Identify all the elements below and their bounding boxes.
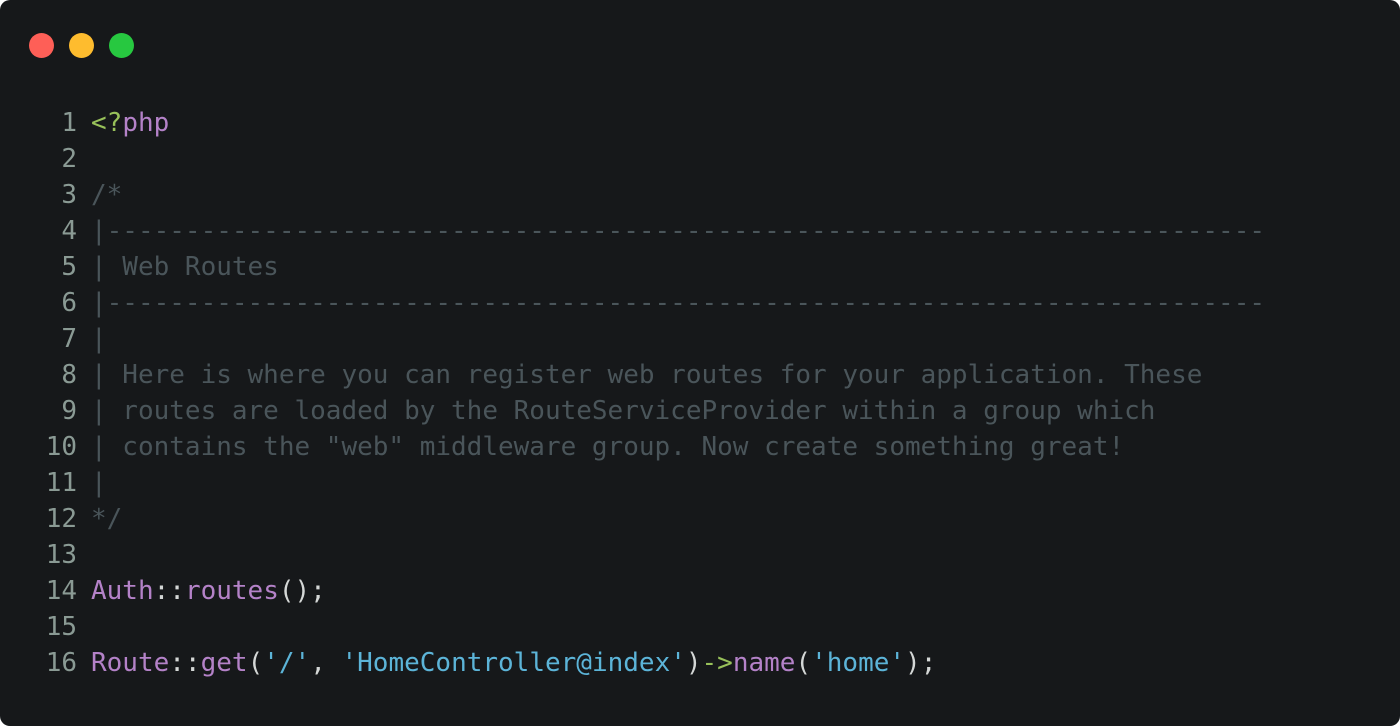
code-token-punct: ) — [685, 648, 702, 678]
line-content: */ — [77, 501, 122, 537]
line-content: /* — [77, 177, 122, 213]
line-content: Auth::routes(); — [77, 573, 326, 609]
code-line: 16 Route::get('/', 'HomeController@index'… — [0, 645, 1400, 681]
code-token-string: 'home' — [811, 648, 906, 678]
line-number: 11 — [45, 468, 77, 498]
code-token-method: routes — [184, 576, 279, 606]
window-titlebar — [0, 0, 1400, 80]
code-token-comment: */ — [91, 504, 123, 534]
code-token-punct: ( — [795, 648, 812, 678]
code-token-punct: (); — [278, 576, 326, 606]
code-editor: 1 <?php 2 3/* 4 |----------------------------… — [0, 105, 1400, 681]
line-content — [77, 609, 91, 645]
line-content: | routes are loaded by the RouteServiceP… — [77, 393, 1155, 429]
code-token-comment: | routes are loaded by the RouteServiceP… — [91, 396, 1156, 426]
code-window: 1 <?php 2 3/* 4 |----------------------------… — [0, 0, 1400, 726]
code-token-punct: :: — [153, 576, 185, 606]
code-token-string: 'HomeController@index' — [341, 648, 686, 678]
minimize-window-button[interactable] — [69, 33, 94, 58]
line-content: <?php — [77, 105, 169, 141]
line-number: 14 — [45, 576, 77, 606]
code-token-comment: /* — [91, 180, 123, 210]
code-line: 4 |--------------------------------------… — [0, 213, 1400, 249]
code-line: 8 | Here is where you can register web ro… — [0, 357, 1400, 393]
code-token-comment: | contains the "web" middleware group. N… — [91, 432, 1125, 462]
line-content: | — [77, 321, 107, 357]
code-token-method: get — [200, 648, 248, 678]
code-token-keyword: php — [122, 108, 170, 138]
line-content: |---------------------------------------… — [77, 285, 1265, 321]
code-token-punct: , — [310, 648, 342, 678]
line-number: 8 — [61, 360, 77, 390]
code-line: 9 | routes are loaded by the RouteService… — [0, 393, 1400, 429]
line-number: 5 — [61, 252, 77, 282]
line-content: | Here is where you can register web rou… — [77, 357, 1202, 393]
line-number: 9 — [61, 396, 77, 426]
code-token-comment: | Web Routes — [91, 252, 279, 282]
line-content: | Web Routes — [77, 249, 279, 285]
code-line: 15 — [0, 609, 1400, 645]
code-token-class: Route — [91, 648, 170, 678]
code-line: 7 | — [0, 321, 1400, 357]
code-line: 10 | contains the "web" middleware group.… — [0, 429, 1400, 465]
line-number: 1 — [61, 108, 77, 138]
line-number: 15 — [45, 612, 77, 642]
line-number: 3 — [61, 180, 77, 210]
code-token-comment: |---------------------------------------… — [91, 216, 1265, 246]
line-content: |---------------------------------------… — [77, 213, 1265, 249]
line-number: 10 — [45, 432, 77, 462]
code-token-class: Auth — [91, 576, 154, 606]
code-token-punct: :: — [169, 648, 201, 678]
line-number: 12 — [45, 504, 77, 534]
code-token-php-open-tag: <? — [91, 108, 123, 138]
line-content — [77, 141, 91, 177]
line-number: 13 — [45, 540, 77, 570]
code-line: 13 — [0, 537, 1400, 573]
code-line: 6 |--------------------------------------… — [0, 285, 1400, 321]
code-line: 1 <?php — [0, 105, 1400, 141]
code-line: 5 | Web Routes — [0, 249, 1400, 285]
line-number: 2 — [61, 144, 77, 174]
line-number: 4 — [61, 216, 77, 246]
code-token-comment: |---------------------------------------… — [91, 288, 1265, 318]
line-content — [77, 537, 91, 573]
code-token-comment: | — [91, 468, 107, 498]
line-number: 16 — [45, 648, 77, 678]
code-token-comment: | — [91, 324, 107, 354]
close-window-button[interactable] — [29, 33, 54, 58]
code-token-punct: ); — [905, 648, 937, 678]
code-line: 3 /* — [0, 177, 1400, 213]
code-token-string: '/' — [263, 648, 311, 678]
line-number: 7 — [61, 324, 77, 354]
code-line: 11 | — [0, 465, 1400, 501]
code-token-comment: | Here is where you can register web rou… — [91, 360, 1203, 390]
line-content: | contains the "web" middleware group. N… — [77, 429, 1124, 465]
code-line: 14 Auth::routes(); — [0, 573, 1400, 609]
code-line: 2 — [0, 141, 1400, 177]
line-content: Route::get('/', 'HomeController@index')-… — [77, 645, 936, 681]
code-line: 12 */ — [0, 501, 1400, 537]
line-content: | — [77, 465, 107, 501]
code-token-punct: ( — [247, 648, 264, 678]
line-number: 6 — [61, 288, 77, 318]
code-token-arrow: -> — [701, 648, 733, 678]
code-token-method: name — [732, 648, 796, 678]
zoom-window-button[interactable] — [109, 33, 134, 58]
